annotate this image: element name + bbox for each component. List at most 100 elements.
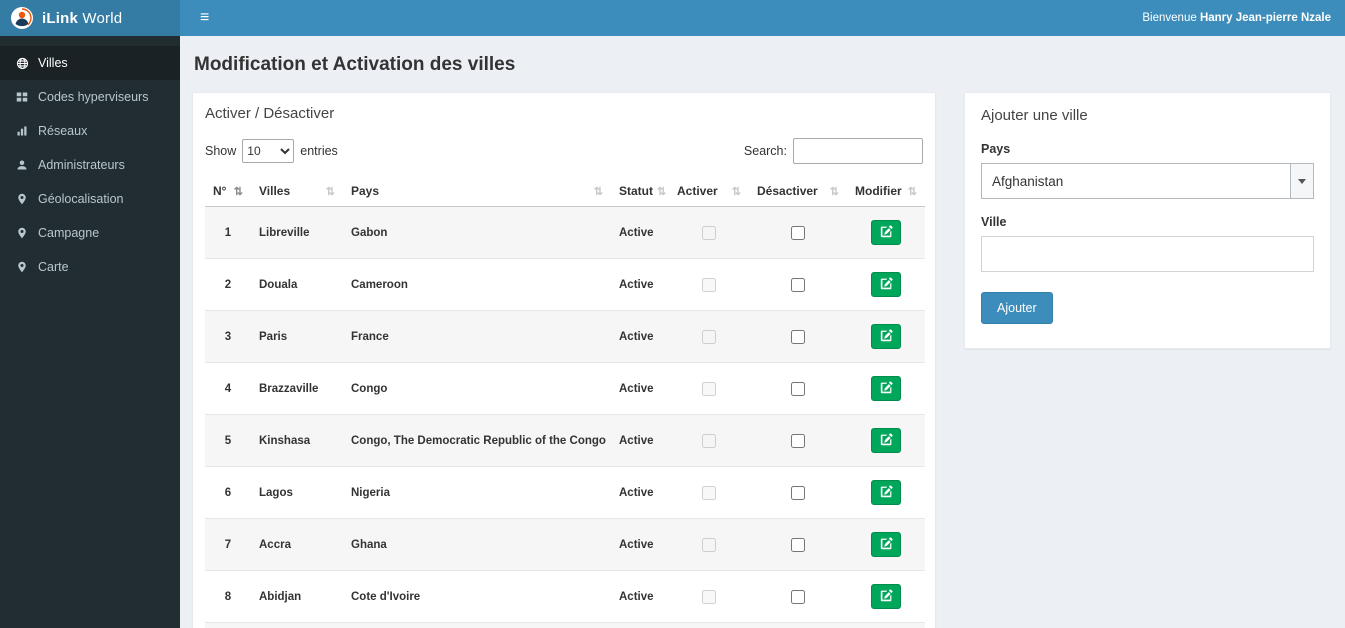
- edit-icon: [880, 536, 893, 553]
- welcome-text: Bienvenue Hanry Jean-pierre Nzale: [1142, 12, 1331, 24]
- activer-cell: [669, 414, 749, 467]
- pays-select[interactable]: Afghanistan: [981, 163, 1314, 199]
- modifier-cell: [847, 518, 925, 571]
- hamburger-menu-icon[interactable]: ≡: [194, 6, 215, 30]
- cities-table-panel: Activer / Désactiver Show 10 entries Sea…: [192, 92, 936, 628]
- pays-cell: Ghana: [343, 518, 611, 571]
- row-number-cell: 9: [205, 622, 251, 628]
- column-label: Villes: [259, 184, 291, 198]
- statut-cell: Active: [611, 362, 669, 415]
- column-header-n[interactable]: N° ⇅: [205, 176, 251, 207]
- table-panel-title: Activer / Désactiver: [205, 105, 335, 122]
- desactiver-cell: [749, 310, 847, 363]
- desactiver-checkbox[interactable]: [791, 381, 805, 396]
- desactiver-checkbox[interactable]: [791, 537, 805, 552]
- ville-input[interactable]: [981, 236, 1314, 272]
- activer-cell: [669, 362, 749, 415]
- sidebar-item-codes-hyperviseurs[interactable]: Codes hyperviseurs: [0, 80, 180, 114]
- activer-checkbox: [702, 485, 716, 500]
- sidebar-item-reseaux[interactable]: Réseaux: [0, 114, 180, 148]
- activer-checkbox: [702, 537, 716, 552]
- cities-table: N° ⇅ Villes ⇅ Pays ⇅ Statut ⇅ Activer ⇅ Désactiver…: [205, 176, 925, 628]
- edit-button[interactable]: [871, 584, 901, 609]
- sidebar-item-geolocalisation[interactable]: Géolocalisation: [0, 182, 180, 216]
- table-controls: Show 10 entries Search:: [205, 138, 923, 164]
- column-header-desactiver[interactable]: Désactiver ⇅: [749, 176, 847, 207]
- table-row: 1 Libreville Gabon Active: [205, 206, 925, 259]
- edit-button[interactable]: [871, 532, 901, 557]
- table-row: 2 Douala Cameroon Active: [205, 258, 925, 311]
- row-number-cell: 3: [205, 310, 251, 363]
- brand[interactable]: iLink World: [0, 0, 180, 36]
- pays-cell: Nigeria: [343, 466, 611, 519]
- sidebar-item-campagne[interactable]: Campagne: [0, 216, 180, 250]
- brand-rest: World: [82, 9, 123, 27]
- add-panel-title: Ajouter une ville: [981, 107, 1088, 124]
- statut-cell: Active: [611, 414, 669, 467]
- edit-button[interactable]: [871, 220, 901, 245]
- column-header-pays[interactable]: Pays ⇅: [343, 176, 611, 207]
- activer-cell: [669, 622, 749, 628]
- activer-checkbox: [702, 329, 716, 344]
- activer-checkbox: [702, 225, 716, 240]
- user-name: Hanry Jean-pierre Nzale: [1199, 12, 1331, 24]
- column-label: Statut: [619, 184, 653, 198]
- column-header-statut[interactable]: Statut ⇅: [611, 176, 669, 207]
- edit-button[interactable]: [871, 480, 901, 505]
- table-row: 7 Accra Ghana Active: [205, 518, 925, 571]
- ville-cell: Lagos: [251, 466, 343, 519]
- sort-icon: ⇅: [907, 185, 917, 198]
- edit-icon: [880, 328, 893, 345]
- modifier-cell: [847, 206, 925, 259]
- column-label: N°: [213, 184, 227, 198]
- modifier-cell: [847, 258, 925, 311]
- entries-label: entries: [300, 144, 338, 158]
- desactiver-cell: [749, 466, 847, 519]
- modifier-cell: [847, 310, 925, 363]
- edit-button[interactable]: [871, 376, 901, 401]
- brand-bold: iLink: [42, 9, 79, 27]
- desactiver-checkbox[interactable]: [791, 277, 805, 292]
- sidebar-item-administrateurs[interactable]: Administrateurs: [0, 148, 180, 182]
- search-input[interactable]: [793, 138, 923, 164]
- desactiver-cell: [749, 206, 847, 259]
- modifier-cell: [847, 466, 925, 519]
- column-header-activer[interactable]: Activer ⇅: [669, 176, 749, 207]
- row-number-cell: 8: [205, 570, 251, 623]
- edit-icon: [880, 276, 893, 293]
- table-header-row: N° ⇅ Villes ⇅ Pays ⇅ Statut ⇅ Activer ⇅ Désactiver…: [205, 176, 925, 207]
- desactiver-checkbox[interactable]: [791, 329, 805, 344]
- desactiver-checkbox[interactable]: [791, 225, 805, 240]
- page-length-select[interactable]: 10: [242, 139, 295, 163]
- edit-button[interactable]: [871, 324, 901, 349]
- sidebar-item-carte[interactable]: Carte: [0, 250, 180, 284]
- pays-cell: Congo, The Democratic Republic of the Co…: [343, 414, 611, 467]
- pays-cell: Gabon: [343, 206, 611, 259]
- edit-icon: [880, 588, 893, 605]
- ajouter-button[interactable]: Ajouter: [981, 292, 1053, 324]
- statut-cell: Active: [611, 258, 669, 311]
- desactiver-cell: [749, 258, 847, 311]
- sort-icon: ⇅: [657, 185, 667, 198]
- edit-button[interactable]: [871, 272, 901, 297]
- grid-icon: [15, 91, 29, 103]
- column-header-villes[interactable]: Villes ⇅: [251, 176, 343, 207]
- activer-cell: [669, 258, 749, 311]
- desactiver-checkbox[interactable]: [791, 589, 805, 604]
- sidebar-item-label: Carte: [38, 260, 69, 274]
- desactiver-checkbox[interactable]: [791, 433, 805, 448]
- column-header-modifier[interactable]: Modifier ⇅: [847, 176, 925, 207]
- show-label: Show: [205, 144, 237, 158]
- row-number-cell: 7: [205, 518, 251, 571]
- pays-cell: Congo: [343, 362, 611, 415]
- activer-cell: [669, 570, 749, 623]
- desactiver-checkbox[interactable]: [791, 485, 805, 500]
- column-label: Activer: [677, 184, 718, 198]
- desactiver-cell: [749, 518, 847, 571]
- table-row: 9DakarSenegalActive: [205, 622, 925, 628]
- row-number-cell: 4: [205, 362, 251, 415]
- sidebar-item-villes[interactable]: Villes: [0, 46, 180, 80]
- brand-text: iLink World: [42, 10, 122, 27]
- edit-button[interactable]: [871, 428, 901, 453]
- sidebar-item-label: Campagne: [38, 226, 100, 240]
